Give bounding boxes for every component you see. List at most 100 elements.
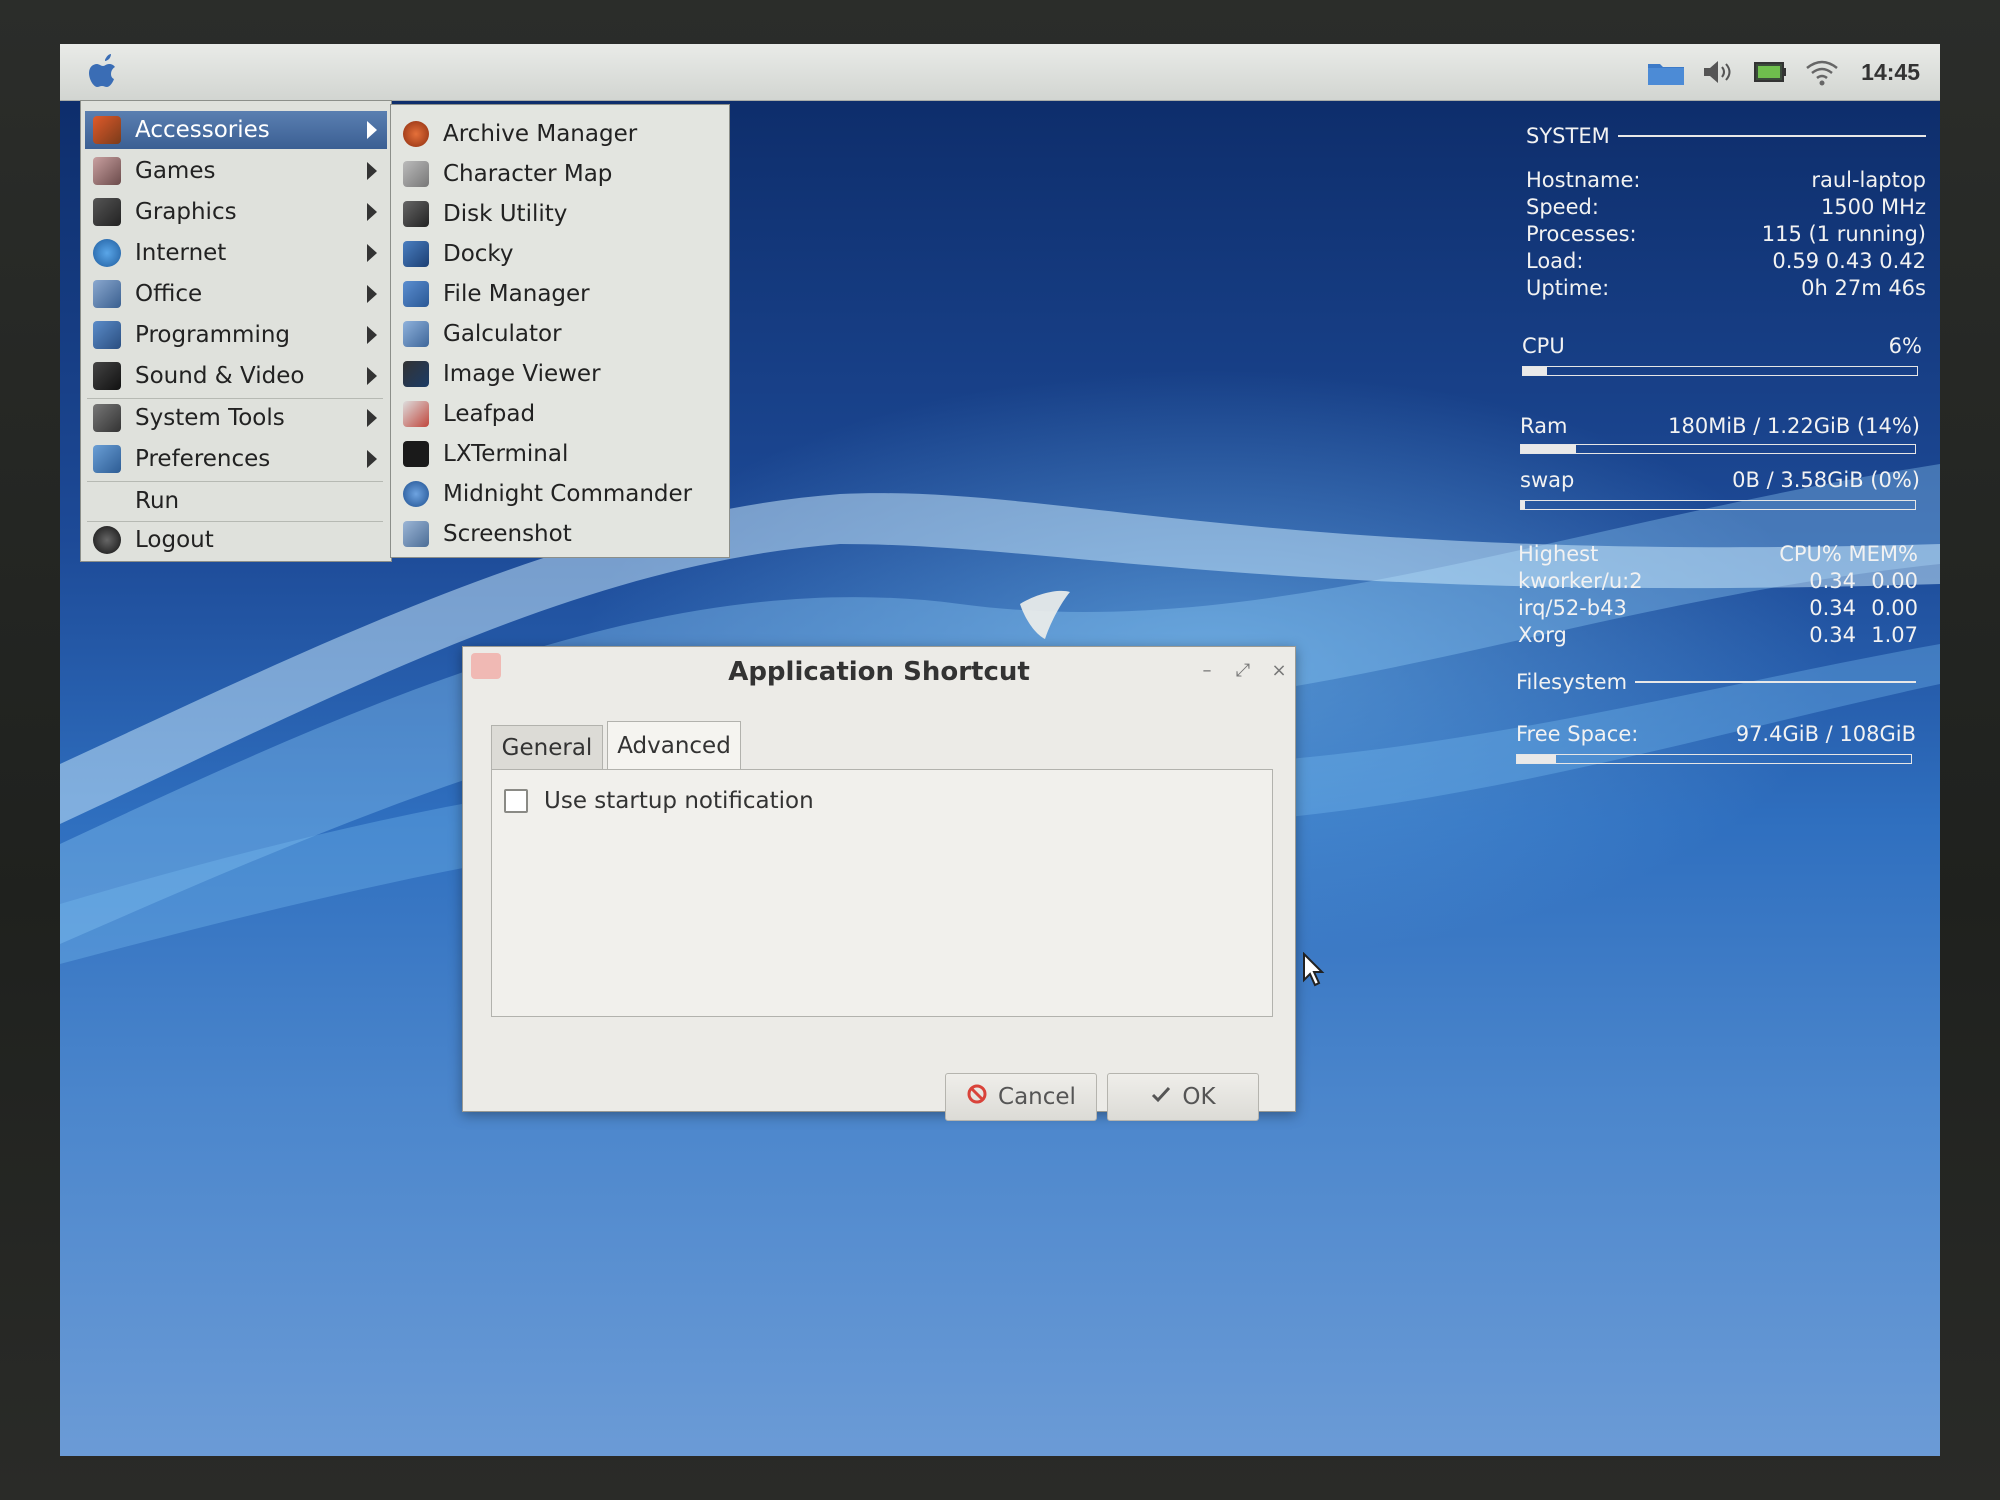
conky-key: Speed:: [1526, 195, 1599, 219]
submenu-item-file-manager[interactable]: File Manager: [397, 275, 723, 313]
office-icon: [93, 280, 121, 308]
swap-value: 0B / 3.58GiB (0%): [1732, 468, 1920, 492]
submenu-item-label: Disk Utility: [443, 201, 568, 227]
submenu-arrow-icon: [367, 409, 377, 427]
file-manager-icon: [403, 281, 429, 307]
application-menu: Accessories Games Graphics Internet Offi…: [80, 100, 392, 562]
cpu-bar: [1522, 366, 1918, 376]
desktop: 14:45 Accessories Games Graphics Interne…: [60, 44, 1940, 1456]
conky-value: raul-laptop: [1811, 168, 1926, 192]
lxterminal-icon: [403, 441, 429, 467]
startup-notification-option[interactable]: Use startup notification: [504, 788, 814, 814]
free-space-value: 97.4GiB / 108GiB: [1735, 722, 1916, 746]
folder-icon[interactable]: [1647, 57, 1685, 87]
menu-item-sound-video[interactable]: Sound & Video: [85, 357, 387, 395]
conky-key: Load:: [1526, 249, 1584, 273]
submenu-item-image-viewer[interactable]: Image Viewer: [397, 355, 723, 393]
clock[interactable]: 14:45: [1861, 59, 1920, 86]
submenu-item-label: LXTerminal: [443, 441, 569, 467]
submenu-arrow-icon: [367, 162, 377, 180]
conky-row: Processes: 115 (1 running): [1526, 222, 1926, 248]
mouse-pointer-icon: [1303, 952, 1325, 987]
volume-icon[interactable]: [1699, 57, 1737, 87]
preferences-icon: [93, 445, 121, 473]
menu-item-logout[interactable]: Logout: [85, 521, 387, 559]
accessories-icon: [93, 116, 121, 144]
conky-value: 1500 MHz: [1820, 195, 1926, 219]
system-header: SYSTEM: [1526, 124, 1926, 148]
submenu-item-screenshot[interactable]: Screenshot: [397, 515, 723, 553]
wifi-icon[interactable]: [1803, 57, 1841, 87]
menu-item-games[interactable]: Games: [85, 152, 387, 190]
menu-item-label: System Tools: [135, 405, 285, 431]
submenu-arrow-icon: [367, 326, 377, 344]
maximize-icon[interactable]: ⤢: [1233, 661, 1253, 681]
process-name: kworker/u:2: [1518, 569, 1643, 593]
submenu-arrow-icon: [367, 450, 377, 468]
submenu-item-label: Image Viewer: [443, 361, 601, 387]
submenu-arrow-icon: [367, 203, 377, 221]
submenu-item-midnight-commander[interactable]: Midnight Commander: [397, 475, 723, 513]
process-mem: 0.00: [1871, 569, 1918, 593]
free-space-bar-fill: [1517, 755, 1557, 763]
submenu-item-leafpad[interactable]: Leafpad: [397, 395, 723, 433]
header-rule: [1635, 681, 1916, 683]
conky-row: Load: 0.59 0.43 0.42: [1526, 249, 1926, 275]
menu-item-office[interactable]: Office: [85, 275, 387, 313]
tab-advanced[interactable]: Advanced: [607, 721, 741, 770]
conky-value: 115 (1 running): [1761, 222, 1926, 246]
archive-manager-icon: [403, 121, 429, 147]
submenu-item-galculator[interactable]: Galculator: [397, 315, 723, 353]
submenu-item-label: Leafpad: [443, 401, 536, 427]
menu-item-system-tools[interactable]: System Tools: [85, 399, 387, 437]
ram-value: 180MiB / 1.22GiB (14%): [1668, 414, 1920, 438]
cpu-bar-fill: [1523, 367, 1547, 375]
process-mem: 1.07: [1871, 623, 1918, 647]
tab-general[interactable]: General: [491, 725, 603, 770]
submenu-item-lxterminal[interactable]: LXTerminal: [397, 435, 723, 473]
submenu-item-character-map[interactable]: Character Map: [397, 155, 723, 193]
ram-bar-fill: [1521, 445, 1577, 453]
ram-bar: [1520, 444, 1916, 454]
menu-item-label: Preferences: [135, 446, 271, 472]
menu-item-accessories[interactable]: Accessories: [85, 111, 387, 149]
menu-item-label: Internet: [135, 240, 227, 266]
run-spacer: [93, 487, 121, 515]
checkmark-icon: [1150, 1083, 1172, 1111]
swap-bar: [1520, 500, 1916, 510]
startup-notification-label: Use startup notification: [544, 788, 814, 814]
midnight-commander-icon: [403, 481, 429, 507]
dialog-title: Application Shortcut: [728, 657, 1030, 687]
submenu-arrow-icon: [367, 244, 377, 262]
internet-icon: [93, 239, 121, 267]
menu-item-graphics[interactable]: Graphics: [85, 193, 387, 231]
character-map-icon: [403, 161, 429, 187]
filesystem-header: Filesystem: [1516, 670, 1916, 694]
swap-row: swap 0B / 3.58GiB (0%): [1520, 468, 1920, 494]
cancel-button[interactable]: Cancel: [945, 1073, 1097, 1121]
minimize-icon[interactable]: –: [1197, 661, 1217, 681]
battery-icon[interactable]: [1751, 57, 1789, 87]
conky-key: Hostname:: [1526, 168, 1641, 192]
submenu-item-disk-utility[interactable]: Disk Utility: [397, 195, 723, 233]
ok-button[interactable]: OK: [1107, 1073, 1259, 1121]
submenu-item-label: Docky: [443, 241, 514, 267]
submenu-item-archive-manager[interactable]: Archive Manager: [397, 115, 723, 153]
leafpad-icon: [403, 401, 429, 427]
submenu-item-docky[interactable]: Docky: [397, 235, 723, 273]
menu-item-label: Run: [135, 488, 180, 514]
menu-item-label: Graphics: [135, 199, 237, 225]
startup-notification-checkbox[interactable]: [504, 789, 528, 813]
close-icon[interactable]: ×: [1269, 661, 1289, 681]
apple-menu-icon[interactable]: [82, 50, 124, 94]
process-name: Xorg: [1518, 623, 1567, 647]
menu-item-preferences[interactable]: Preferences: [85, 440, 387, 478]
process-cpu: 0.34: [1809, 569, 1856, 593]
screenshot-icon: [403, 521, 429, 547]
menu-item-label: Sound & Video: [135, 363, 305, 389]
menu-item-run[interactable]: Run: [85, 482, 387, 520]
menu-item-internet[interactable]: Internet: [85, 234, 387, 272]
cpu-value: 6%: [1888, 334, 1922, 358]
accessories-submenu: Archive Manager Character Map Disk Utili…: [390, 104, 730, 558]
menu-item-programming[interactable]: Programming: [85, 316, 387, 354]
